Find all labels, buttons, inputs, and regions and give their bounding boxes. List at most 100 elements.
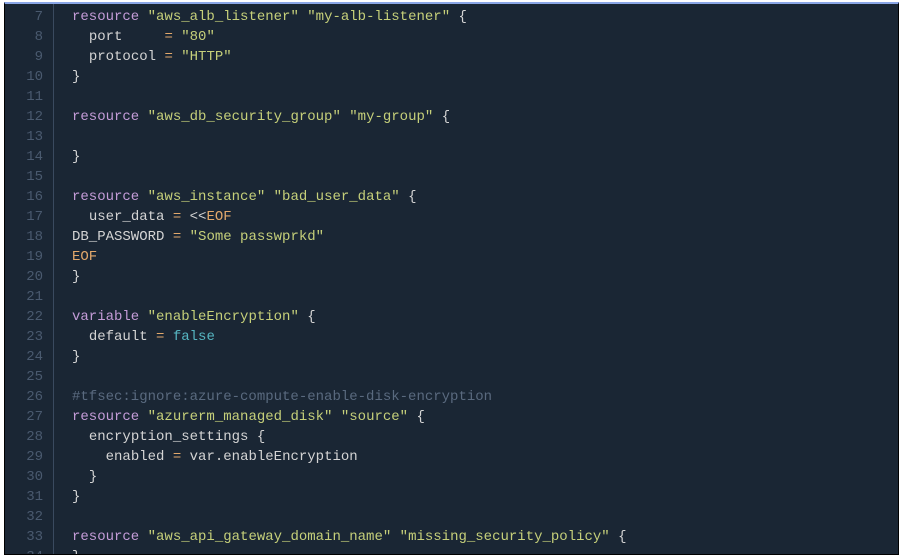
token-str: "aws_db_security_group": [148, 109, 341, 125]
token-attr: port: [89, 29, 123, 45]
token-kw: resource: [72, 109, 139, 125]
token-op: =: [164, 29, 172, 45]
token-var: enableEncryption: [223, 449, 357, 465]
code-line[interactable]: }: [72, 467, 635, 487]
code-line[interactable]: enabled = var.enableEncryption: [72, 447, 635, 467]
token-str: "bad_user_data": [274, 189, 400, 205]
line-number-gutter: 7891011121314151617181920212223242526272…: [5, 4, 53, 554]
token-punct: {: [408, 189, 416, 205]
line-number: 27: [15, 407, 43, 427]
token-op: =: [164, 49, 172, 65]
code-line[interactable]: }: [72, 347, 635, 367]
code-line[interactable]: [72, 127, 635, 147]
line-number: 8: [15, 27, 43, 47]
code-line[interactable]: resource "aws_alb_listener" "my-alb-list…: [72, 7, 635, 27]
code-line[interactable]: [72, 167, 635, 187]
code-line[interactable]: DB_PASSWORD = "Some passwprkd": [72, 227, 635, 247]
token-punct: }: [72, 349, 80, 365]
token-bool: false: [173, 329, 215, 345]
token-punct: }: [72, 149, 80, 165]
line-number: 14: [15, 147, 43, 167]
token-op: =: [173, 229, 181, 245]
code-line[interactable]: protocol = "HTTP": [72, 47, 635, 67]
token-str: "Some passwprkd": [190, 229, 324, 245]
line-number: 23: [15, 327, 43, 347]
line-number: 24: [15, 347, 43, 367]
line-number: 7: [15, 7, 43, 27]
token-kw: resource: [72, 9, 139, 25]
code-line[interactable]: encryption_settings {: [72, 427, 635, 447]
code-line[interactable]: [72, 367, 635, 387]
token-str: "aws_api_gateway_domain_name": [148, 529, 392, 545]
token-str: "aws_alb_listener": [148, 9, 299, 25]
line-number: 26: [15, 387, 43, 407]
editor[interactable]: 7891011121314151617181920212223242526272…: [5, 4, 898, 554]
token-punct: {: [618, 529, 626, 545]
token-punct: }: [72, 269, 80, 285]
code-line[interactable]: port = "80": [72, 27, 635, 47]
line-number: 20: [15, 267, 43, 287]
line-number: 12: [15, 107, 43, 127]
token-attr: protocol: [89, 49, 156, 65]
code-line[interactable]: variable "enableEncryption" {: [72, 307, 635, 327]
token-str: "my-group": [349, 109, 433, 125]
code-line[interactable]: resource "aws_instance" "bad_user_data" …: [72, 187, 635, 207]
code-line[interactable]: }: [72, 67, 635, 87]
line-number: 31: [15, 487, 43, 507]
line-number: 21: [15, 287, 43, 307]
code-line[interactable]: user_data = <<EOF: [72, 207, 635, 227]
line-number: 34: [15, 547, 43, 555]
token-punct: .: [215, 449, 223, 465]
line-number: 17: [15, 207, 43, 227]
code-line[interactable]: resource "aws_db_security_group" "my-gro…: [72, 107, 635, 127]
token-kw: variable: [72, 309, 139, 325]
token-str: "HTTP": [181, 49, 231, 65]
line-number: 9: [15, 47, 43, 67]
token-str: "source": [341, 409, 408, 425]
token-str: "80": [181, 29, 215, 45]
code-line[interactable]: resource "azurerm_managed_disk" "source"…: [72, 407, 635, 427]
token-eof: EOF: [72, 249, 97, 265]
code-line[interactable]: #tfsec:ignore:azure-compute-enable-disk-…: [72, 387, 635, 407]
token-op: =: [173, 449, 181, 465]
line-number: 25: [15, 367, 43, 387]
line-number: 29: [15, 447, 43, 467]
token-attr: encryption_settings: [89, 429, 249, 445]
line-number: 16: [15, 187, 43, 207]
code-area[interactable]: resource "aws_alb_listener" "my-alb-list…: [54, 4, 635, 554]
token-attr: default: [89, 329, 148, 345]
code-line[interactable]: [72, 507, 635, 527]
token-punct: }: [72, 549, 80, 555]
code-line[interactable]: }: [72, 267, 635, 287]
token-punct: {: [257, 429, 265, 445]
line-number: 33: [15, 527, 43, 547]
token-var: var: [190, 449, 215, 465]
line-number: 28: [15, 427, 43, 447]
code-line[interactable]: }: [72, 147, 635, 167]
token-punct: {: [459, 9, 467, 25]
code-line[interactable]: EOF: [72, 247, 635, 267]
line-number: 22: [15, 307, 43, 327]
code-line[interactable]: default = false: [72, 327, 635, 347]
line-number: 15: [15, 167, 43, 187]
code-line[interactable]: [72, 87, 635, 107]
token-punct: {: [417, 409, 425, 425]
line-number: 19: [15, 247, 43, 267]
token-kw: resource: [72, 409, 139, 425]
token-kw: resource: [72, 189, 139, 205]
token-kw: resource: [72, 529, 139, 545]
token-str: "my-alb-listener": [307, 9, 450, 25]
code-line[interactable]: [72, 287, 635, 307]
code-line[interactable]: }: [72, 487, 635, 507]
code-line[interactable]: resource "aws_api_gateway_domain_name" "…: [72, 527, 635, 547]
line-number: 32: [15, 507, 43, 527]
editor-frame: 7891011121314151617181920212223242526272…: [4, 2, 899, 555]
line-number: 18: [15, 227, 43, 247]
line-number: 30: [15, 467, 43, 487]
token-eof: EOF: [206, 209, 231, 225]
token-str: "aws_instance": [148, 189, 266, 205]
token-attr: DB_PASSWORD: [72, 229, 164, 245]
code-line[interactable]: }: [72, 547, 635, 555]
token-punct: }: [89, 469, 97, 485]
token-attr: enabled: [106, 449, 165, 465]
